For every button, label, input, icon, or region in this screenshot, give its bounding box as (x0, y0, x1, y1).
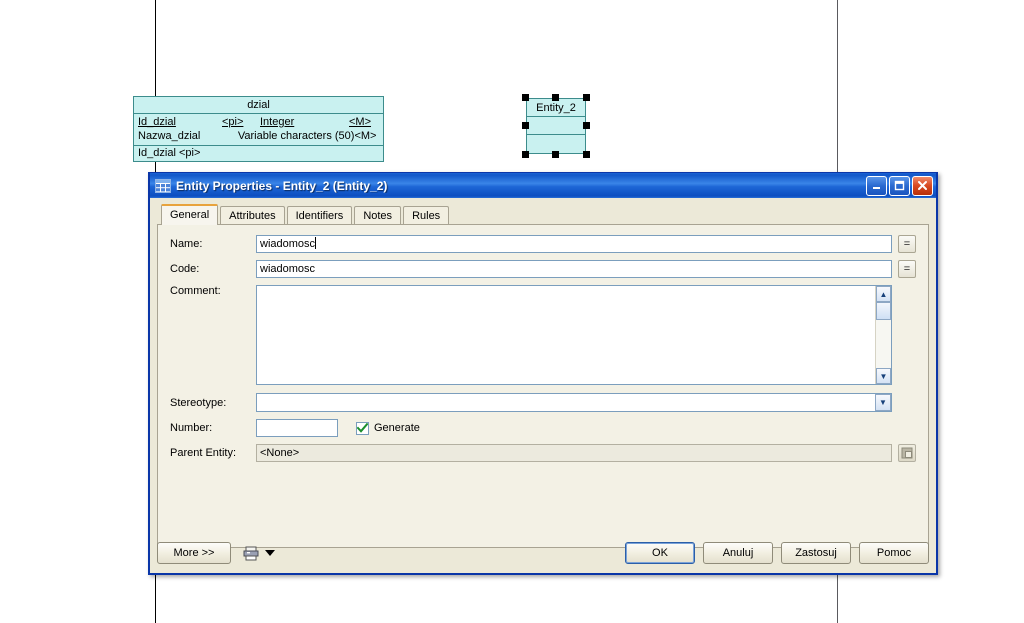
generate-checkbox[interactable] (356, 421, 369, 435)
name-input-value: wiadomosc (260, 238, 316, 250)
stereotype-field-row: Stereotype: ▼ (170, 393, 916, 412)
number-label: Number: (170, 422, 213, 434)
dialog-title: Entity Properties - Entity_2 (Entity_2) (176, 178, 388, 193)
attribute-row: Nazwa_dzial Variable characters (50) <M> (134, 129, 383, 143)
name-input[interactable]: wiadomosc (256, 235, 892, 253)
name-equals-button[interactable]: = (898, 235, 916, 253)
entity-dzial-identifier: Id_dzial <pi> (138, 147, 201, 159)
generate-checkbox-wrap[interactable]: Generate (356, 421, 420, 435)
dialog-footer: More >> OK Anuluj Zastosuj Pomoc (157, 541, 929, 565)
code-input[interactable]: wiadomosc (256, 260, 892, 278)
apply-button[interactable]: Zastosuj (781, 542, 851, 564)
attribute-key: <pi> (222, 116, 244, 128)
selection-handle-s[interactable] (552, 151, 559, 158)
entity-dzial-attributes: Id_dzial <pi> Integer <M> Nazwa_dzial Va… (134, 114, 383, 146)
code-field-row: Code: wiadomosc = (170, 260, 916, 278)
selection-handle-ne[interactable] (583, 94, 590, 101)
selection-handle-se[interactable] (583, 151, 590, 158)
entity-entity-2-title: Entity_2 (527, 99, 585, 117)
attribute-type: Integer (260, 116, 295, 128)
selection-handle-nw[interactable] (522, 94, 529, 101)
name-label: Name: (170, 238, 203, 250)
browse-icon (901, 447, 913, 459)
stereotype-combobox[interactable]: ▼ (256, 393, 892, 412)
scrollbar-thumb[interactable] (876, 302, 891, 320)
table-grid-icon (155, 178, 171, 193)
entity-dzial[interactable]: dzial Id_dzial <pi> Integer <M> Nazwa_dz… (133, 96, 384, 162)
generate-label: Generate (374, 422, 420, 434)
more-button[interactable]: More >> (157, 542, 231, 564)
tab-notes[interactable]: Notes (354, 206, 402, 225)
minimize-button[interactable] (866, 175, 887, 196)
chevron-down-icon[interactable] (265, 550, 275, 556)
cancel-button[interactable]: Anuluj (703, 542, 773, 564)
attribute-name: Nazwa_dzial (138, 130, 201, 142)
maximize-button[interactable] (889, 175, 910, 196)
code-equals-button[interactable]: = (898, 260, 916, 278)
close-icon (918, 181, 927, 190)
comment-scrollbar[interactable]: ▲ ▼ (875, 286, 891, 384)
selection-handle-sw[interactable] (522, 151, 529, 158)
name-field-row: Name: wiadomosc = (170, 235, 916, 253)
window-controls[interactable] (866, 175, 933, 196)
tab-attributes[interactable]: Attributes (220, 206, 285, 225)
help-button[interactable]: Pomoc (859, 542, 929, 564)
maximize-icon (894, 180, 905, 191)
tab-rules[interactable]: Rules (403, 206, 450, 225)
attribute-mandatory: <M> (349, 116, 372, 128)
selection-handle-w[interactable] (522, 122, 529, 129)
attribute-name: Id_dzial (138, 116, 176, 128)
minimize-icon (873, 187, 880, 189)
comment-label: Comment: (170, 285, 221, 297)
entity-properties-dialog[interactable]: Entity Properties - Entity_2 (Entity_2) (148, 172, 938, 575)
attribute-mandatory: <M> (354, 130, 377, 142)
scroll-up-icon[interactable]: ▲ (876, 286, 891, 302)
ok-button[interactable]: OK (625, 542, 695, 564)
dialog-titlebar[interactable]: Entity Properties - Entity_2 (Entity_2) (150, 172, 936, 198)
entity-dzial-title: dzial (134, 97, 383, 114)
number-input[interactable] (256, 419, 338, 437)
general-tab-panel: Name: wiadomosc = Code: wiadomosc = Comm… (157, 224, 929, 548)
close-button[interactable] (912, 175, 933, 196)
selection-handle-e[interactable] (583, 122, 590, 129)
number-field-row: Number: Generate (170, 419, 916, 437)
selection-handle-n[interactable] (552, 94, 559, 101)
printer-icon[interactable] (243, 546, 259, 561)
tab-general[interactable]: General (161, 204, 219, 225)
dialog-body: General Attributes Identifiers Notes Rul… (150, 198, 936, 573)
stereotype-label: Stereotype: (170, 396, 227, 409)
tab-identifiers[interactable]: Identifiers (286, 206, 353, 225)
parent-entity-field-row: Parent Entity: <None> (170, 444, 916, 462)
code-label: Code: (170, 263, 200, 275)
dialog-action-buttons: OK Anuluj Zastosuj Pomoc (625, 542, 929, 564)
entity-entity-2[interactable]: Entity_2 (526, 98, 586, 154)
attribute-type: Variable characters (50) (237, 130, 355, 142)
comment-textarea-value (257, 286, 875, 384)
checkmark-icon (357, 423, 368, 433)
chevron-down-icon[interactable]: ▼ (875, 394, 891, 411)
comment-field-row: Comment: ▲ ▼ (170, 285, 916, 385)
attribute-row: Id_dzial <pi> Integer <M> (134, 115, 383, 129)
scroll-down-icon[interactable]: ▼ (876, 368, 891, 384)
parent-entity-browse-button[interactable] (898, 444, 916, 462)
tab-strip[interactable]: General Attributes Identifiers Notes Rul… (157, 204, 929, 225)
parent-entity-label: Parent Entity: (170, 447, 237, 459)
scrollbar-track[interactable] (876, 320, 891, 368)
text-caret (315, 237, 317, 249)
comment-textarea[interactable]: ▲ ▼ (256, 285, 892, 385)
entity-entity-2-attributes (527, 117, 585, 135)
parent-entity-value: <None> (256, 444, 892, 462)
